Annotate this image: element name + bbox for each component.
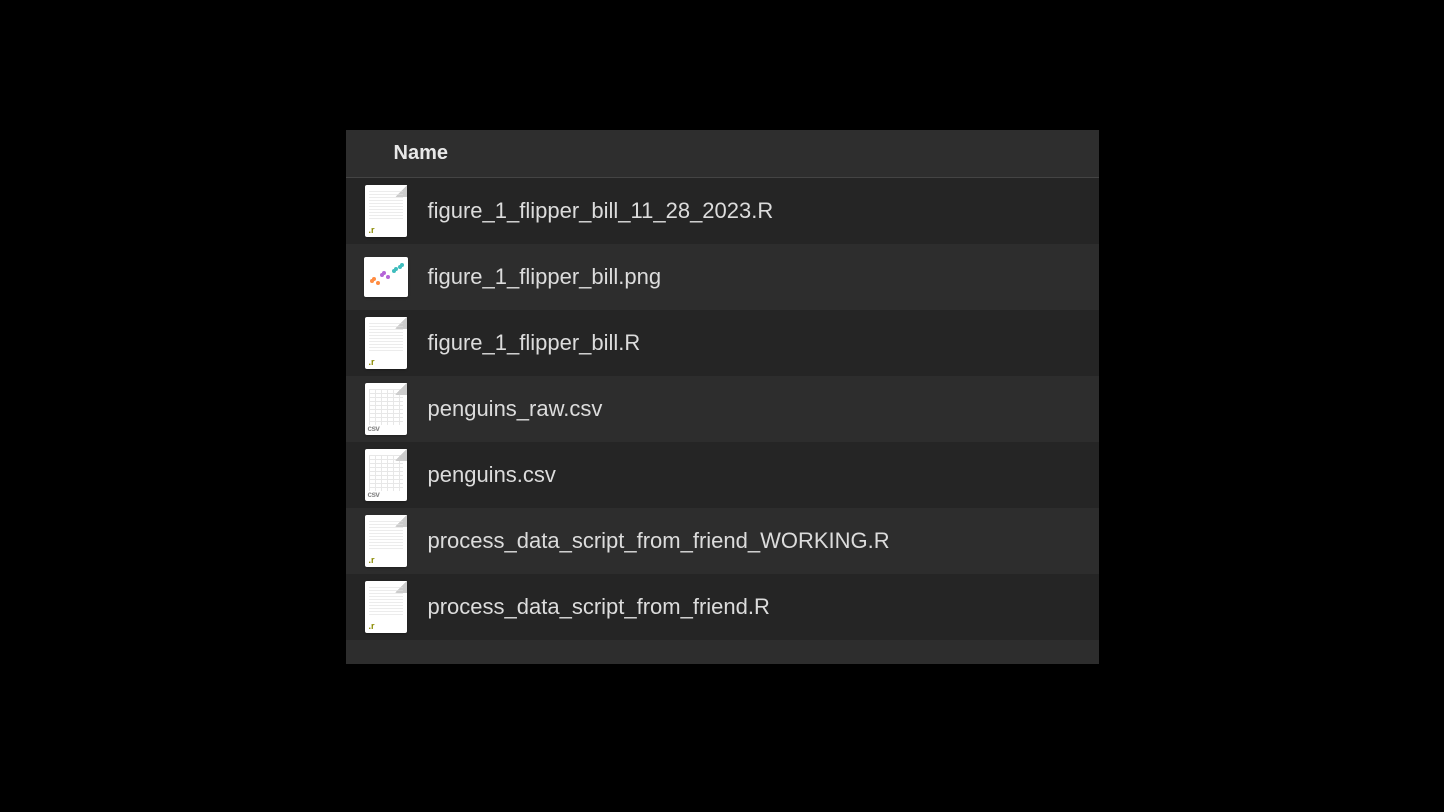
file-name-label: process_data_script_from_friend.R <box>428 594 770 620</box>
file-name-label: figure_1_flipper_bill.R <box>428 330 641 356</box>
file-row[interactable]: process_data_script_from_friend_WORKING.… <box>346 508 1099 574</box>
file-name-label: figure_1_flipper_bill_11_28_2023.R <box>428 198 774 224</box>
png-file-icon <box>364 250 408 304</box>
r-file-icon <box>364 316 408 370</box>
file-row[interactable]: figure_1_flipper_bill.R <box>346 310 1099 376</box>
file-name-label: figure_1_flipper_bill.png <box>428 264 662 290</box>
file-name-label: penguins_raw.csv <box>428 396 603 422</box>
column-header-row[interactable]: Name <box>346 130 1099 178</box>
column-header-name[interactable]: Name <box>394 142 448 165</box>
file-row[interactable]: figure_1_flipper_bill_11_28_2023.R <box>346 178 1099 244</box>
file-row[interactable]: penguins.csv <box>346 442 1099 508</box>
file-row[interactable]: figure_1_flipper_bill.png <box>346 244 1099 310</box>
r-file-icon <box>364 580 408 634</box>
file-row[interactable]: process_data_script_from_friend.R <box>346 574 1099 640</box>
file-row[interactable]: penguins_raw.csv <box>346 376 1099 442</box>
r-file-icon <box>364 184 408 238</box>
csv-file-icon <box>364 448 408 502</box>
file-name-label: process_data_script_from_friend_WORKING.… <box>428 528 890 554</box>
file-list-panel: Name figure_1_flipper_bill_11_28_2023.R … <box>346 130 1099 664</box>
bottom-spacer <box>346 640 1099 664</box>
csv-file-icon <box>364 382 408 436</box>
r-file-icon <box>364 514 408 568</box>
file-name-label: penguins.csv <box>428 462 556 488</box>
